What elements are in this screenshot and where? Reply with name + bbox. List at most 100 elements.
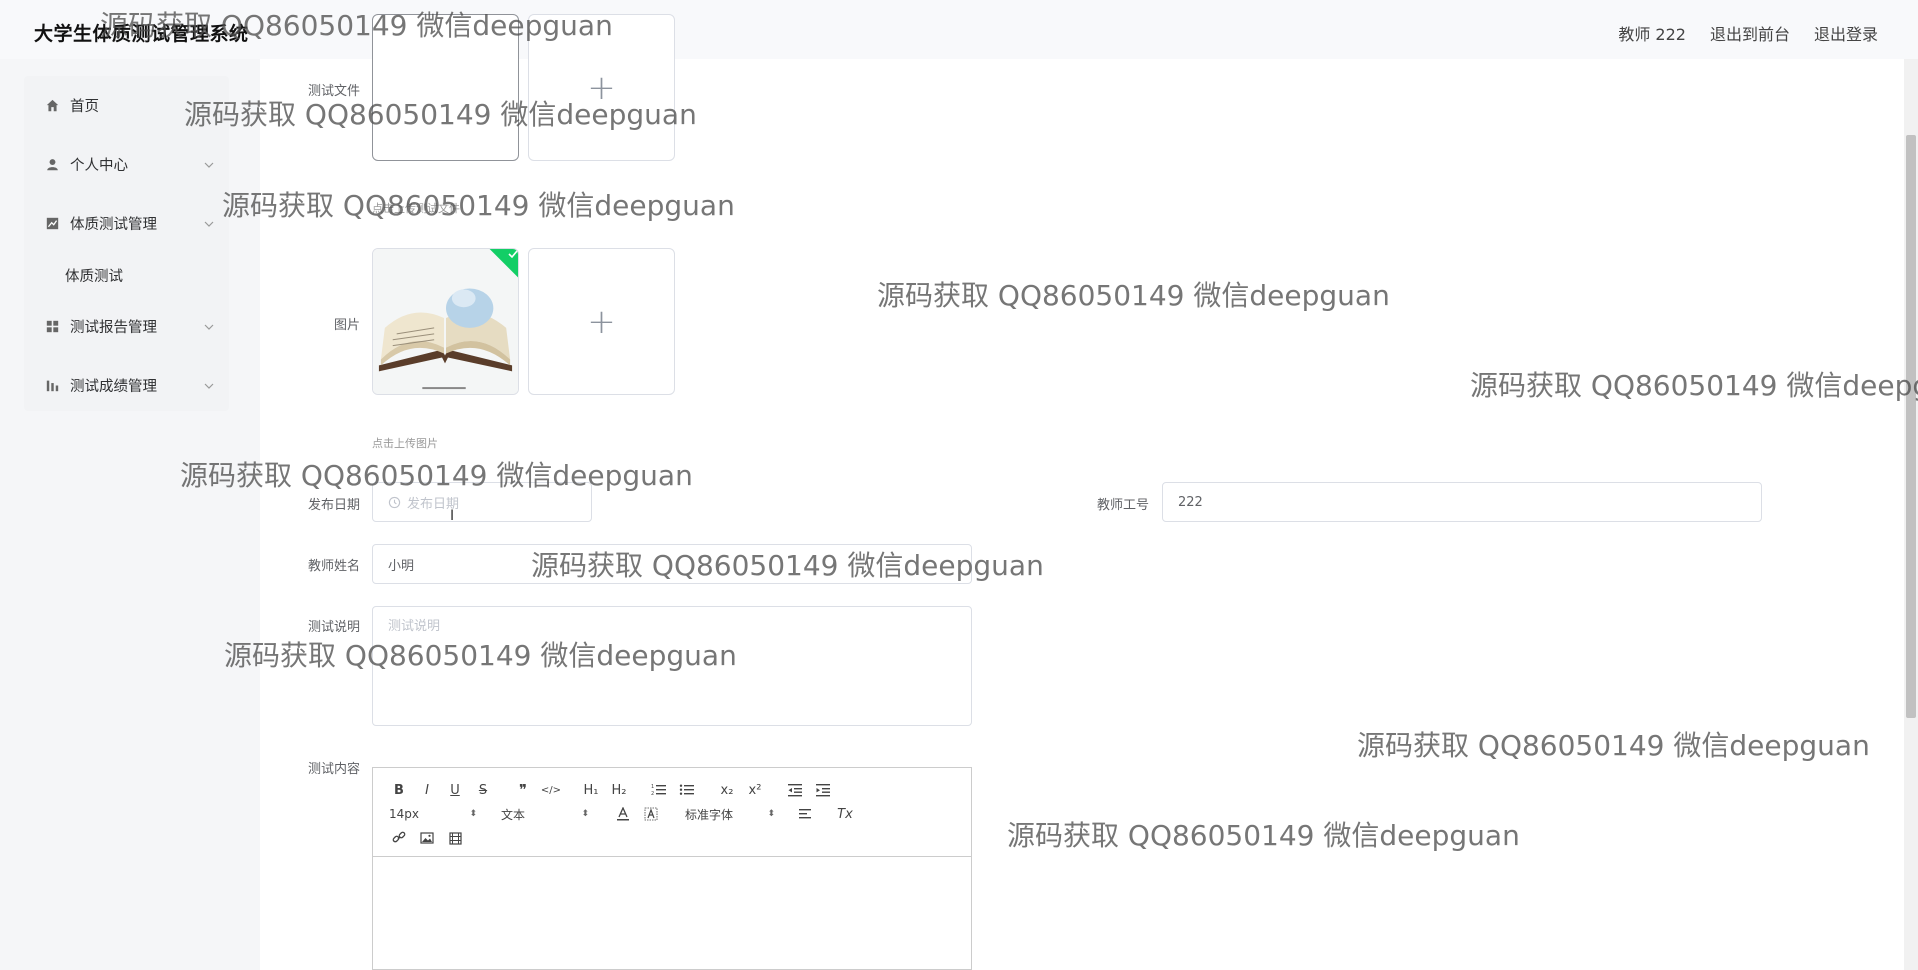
bold-button[interactable]: B — [385, 780, 413, 800]
indent-button[interactable] — [809, 780, 837, 800]
background-color-icon — [644, 807, 658, 821]
sidebar-item-label: 个人中心 — [70, 158, 128, 174]
image-label: 图片 — [333, 318, 360, 333]
sidebar-item-label: 测试成绩管理 — [70, 379, 157, 395]
subscript-button[interactable]: x₂ — [713, 780, 741, 800]
teacher-name-input[interactable]: 小明 — [372, 544, 972, 584]
font-family-value: 标准字体 — [685, 807, 734, 822]
chevron-down-icon — [204, 162, 214, 168]
font-color-button[interactable] — [609, 804, 637, 824]
bars-icon — [44, 378, 60, 394]
align-left-icon — [799, 809, 811, 819]
sidebar-item-label: 首页 — [70, 99, 99, 115]
teacher-name-label: 教师姓名 — [307, 559, 360, 574]
font-color-icon — [617, 807, 629, 821]
link-button[interactable] — [385, 828, 413, 848]
bullet-list-button[interactable] — [673, 780, 701, 800]
outdent-button[interactable] — [781, 780, 809, 800]
grid-icon — [44, 319, 60, 335]
blockquote-button[interactable]: ❞ — [509, 780, 537, 800]
link-icon — [392, 831, 406, 843]
sidebar-subitem-physical-test[interactable]: 体质测试 — [24, 253, 229, 297]
user-icon — [44, 157, 60, 173]
chevron-down-icon — [204, 324, 214, 330]
publish-date-input[interactable]: 发布日期 — [372, 482, 592, 522]
underline-button[interactable]: U — [441, 780, 469, 800]
font-family-picker[interactable]: 标准字体 ⬍ — [681, 806, 779, 823]
clear-format-button[interactable]: Tx — [831, 804, 859, 824]
sidebar-item-home[interactable]: 首页 — [24, 76, 229, 135]
sidebar-item-profile[interactable]: 个人中心 — [24, 135, 229, 194]
header1-button[interactable]: H₁ — [577, 780, 605, 800]
align-button[interactable] — [791, 804, 819, 824]
font-size-picker[interactable]: 14px ⬍ — [385, 807, 481, 821]
app-title: 大学生体质测试管理系统 — [34, 23, 249, 45]
svg-text:1: 1 — [651, 784, 654, 790]
sidebar-item-score-mgmt[interactable]: 测试成绩管理 — [24, 356, 229, 415]
publish-date-label: 发布日期 — [307, 498, 360, 513]
current-user-label: 教师 222 — [1618, 25, 1686, 44]
text-cursor-icon: I — [450, 508, 455, 524]
image-icon — [420, 832, 434, 844]
book-image — [373, 249, 518, 394]
image-add-button[interactable]: + — [528, 248, 675, 395]
top-bar: 大学生体质测试管理系统 教师 222 退出到前台 退出登录 — [0, 0, 1918, 59]
teacher-id-label: 教师工号 — [1096, 498, 1149, 513]
updown-icon: ⬍ — [469, 809, 477, 819]
test-file-add-button[interactable]: + — [528, 14, 675, 161]
teacher-id-input[interactable]: 222 — [1162, 482, 1762, 522]
video-icon — [448, 831, 462, 845]
svg-text:2: 2 — [651, 791, 654, 797]
code-block-button[interactable]: </> — [537, 780, 565, 800]
teacher-name-value: 小明 — [388, 558, 415, 574]
sidebar-item-physical-test-mgmt[interactable]: 体质测试管理 — [24, 194, 229, 253]
updown-icon: ⬍ — [581, 809, 589, 819]
image-tip: 点击上传图片 — [372, 437, 438, 450]
plus-icon: + — [587, 67, 616, 108]
teacher-id-value: 222 — [1178, 494, 1203, 510]
chevron-down-icon — [204, 383, 214, 389]
header2-button[interactable]: H₂ — [605, 780, 633, 800]
test-file-upload[interactable] — [372, 14, 519, 161]
clock-icon — [388, 496, 401, 508]
strike-button[interactable]: S — [469, 780, 497, 800]
indent-icon — [816, 784, 830, 797]
outdent-icon — [788, 784, 802, 797]
editor-toolbar: B I U S ❞ </> H₁ H₂ 12 x₂ x² 14px ⬍ 文本 ⬍… — [373, 768, 971, 857]
ordered-list-icon: 12 — [651, 784, 666, 797]
check-icon — [508, 250, 518, 259]
italic-button[interactable]: I — [413, 780, 441, 800]
sidebar-item-label: 体质测试管理 — [70, 217, 157, 233]
test-file-tip: 点击上传测试文件 — [372, 202, 460, 215]
sidebar-item-label: 体质测试 — [65, 268, 123, 285]
background-color-button[interactable] — [637, 804, 665, 824]
test-file-label: 测试文件 — [307, 84, 360, 99]
sidebar-item-label: 测试报告管理 — [70, 320, 157, 336]
editor-body[interactable] — [373, 857, 971, 969]
home-icon — [44, 98, 60, 114]
sidebar: 首页 个人中心 体质测试管理 体质测试 测试报告管理 测试成绩管理 — [24, 76, 229, 411]
front-link[interactable]: 退出到前台 — [1710, 21, 1790, 45]
header-picker[interactable]: 文本 ⬍ — [497, 806, 593, 823]
logout-link[interactable]: 退出登录 — [1814, 21, 1878, 45]
description-textarea[interactable]: 测试说明 — [372, 606, 972, 726]
image-thumbnail[interactable] — [372, 248, 519, 395]
content-label: 测试内容 — [307, 762, 360, 777]
sidebar-item-report-mgmt[interactable]: 测试报告管理 — [24, 297, 229, 356]
superscript-button[interactable]: x² — [741, 780, 769, 800]
header-value: 文本 — [501, 807, 526, 822]
video-button[interactable] — [441, 828, 469, 848]
font-size-value: 14px — [389, 807, 419, 821]
chevron-down-icon — [204, 221, 214, 227]
header-links: 教师 222 退出到前台 退出登录 — [1618, 21, 1878, 45]
description-placeholder: 测试说明 — [388, 619, 441, 634]
chart-icon — [44, 216, 60, 232]
image-button[interactable] — [413, 828, 441, 848]
plus-icon: + — [587, 301, 616, 342]
ordered-list-button[interactable]: 12 — [645, 780, 673, 800]
updown-icon: ⬍ — [767, 809, 775, 819]
bullet-list-icon — [679, 784, 694, 795]
scrollbar-thumb[interactable] — [1906, 135, 1916, 718]
rich-text-editor: B I U S ❞ </> H₁ H₂ 12 x₂ x² 14px ⬍ 文本 ⬍… — [372, 767, 972, 970]
description-label: 测试说明 — [307, 620, 360, 635]
